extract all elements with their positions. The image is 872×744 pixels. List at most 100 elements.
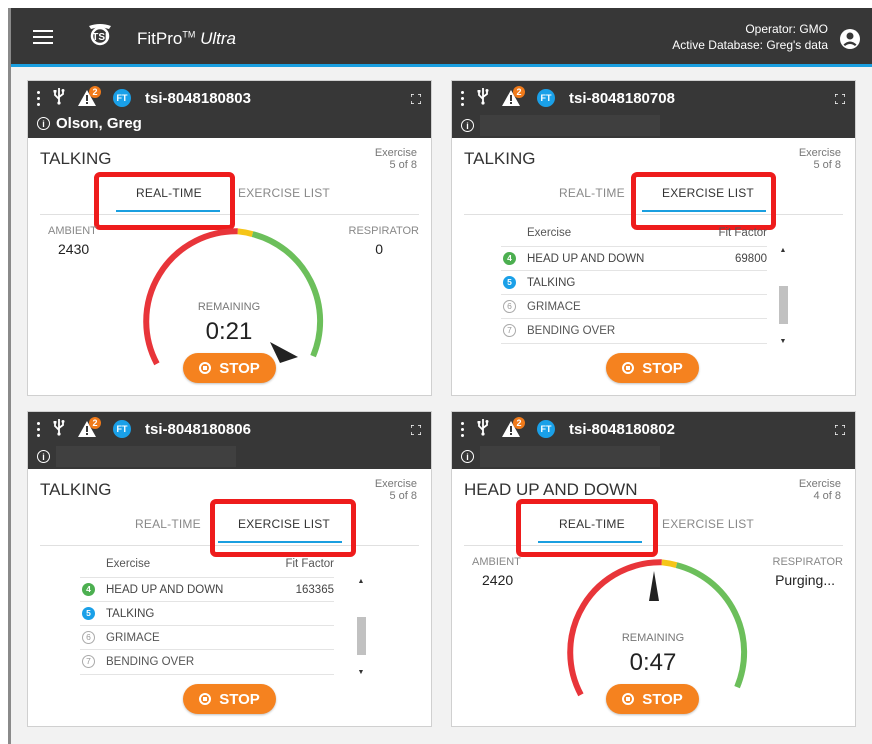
fit-test-icon: FT [113, 89, 131, 107]
card-header: 2 FT tsi-8048180708 i [452, 81, 855, 138]
list-item[interactable]: 7 BENDING OVER [501, 318, 767, 344]
stop-button[interactable]: STOP [183, 353, 276, 383]
alert-icon[interactable]: 2 [501, 417, 525, 438]
list-item[interactable]: 4 HEAD UP AND DOWN 163365 [80, 577, 334, 602]
scroll-up-icon[interactable]: ▲ [778, 246, 788, 256]
account-icon[interactable] [839, 28, 861, 55]
app-bar-accent [11, 64, 872, 67]
exercise-counter: Exercise 4 of 8 [798, 478, 841, 502]
pending-step-icon: 6 [503, 300, 516, 313]
list-item[interactable]: 6 GRIMACE [501, 294, 767, 319]
stop-icon [199, 362, 212, 374]
ambient-value: 2420 [482, 572, 514, 588]
stop-button[interactable]: STOP [606, 353, 699, 383]
alert-count-badge: 2 [89, 86, 101, 98]
info-icon[interactable]: i [37, 450, 50, 463]
highlight-box [210, 499, 356, 557]
respirator-value: Purging... [775, 572, 835, 588]
app-title: FitProTM Ultra [137, 29, 236, 48]
stop-icon [622, 362, 635, 374]
device-name: tsi-8048180806 [145, 420, 251, 438]
fit-test-icon: FT [537, 89, 555, 107]
info-icon[interactable]: i [461, 119, 474, 132]
respirator-label: RESPIRATOR [772, 556, 844, 568]
remaining-label: REMAINING [197, 301, 261, 313]
exercise-list-scrollbar[interactable]: ▲ ▼ [356, 577, 366, 678]
exercise-counter: Exercise 5 of 8 [374, 478, 417, 502]
pending-step-icon: 7 [82, 655, 95, 668]
fullscreen-icon[interactable] [410, 422, 422, 440]
tsi-logo-icon: TSI [85, 23, 115, 52]
usb-icon [53, 418, 65, 441]
remaining-label: REMAINING [621, 632, 685, 644]
ambient-label: AMBIENT [472, 556, 521, 568]
exercise-list-header: Exercise Fit Factor [106, 558, 334, 570]
fullscreen-icon[interactable] [410, 91, 422, 109]
current-step-icon: 5 [503, 276, 516, 289]
fit-test-icon: FT [113, 420, 131, 438]
alert-icon[interactable]: 2 [501, 86, 525, 107]
usb-icon [477, 87, 489, 110]
card-header: 2 FT tsi-8048180803 i Olson, Greg [28, 81, 431, 138]
usb-icon [477, 418, 489, 441]
info-icon[interactable]: i [37, 117, 50, 130]
device-name: tsi-8048180803 [145, 89, 251, 107]
list-item[interactable]: 4 HEAD UP AND DOWN 69800 [501, 246, 767, 271]
card-header: 2 FT tsi-8048180802 i [452, 412, 855, 469]
exercise-list: Exercise Fit Factor 4 HEAD UP AND DOWN 6… [501, 224, 767, 344]
completed-step-icon: 4 [82, 583, 95, 596]
exercise-list-scrollbar[interactable]: ▲ ▼ [778, 246, 788, 347]
list-item[interactable]: 6 GRIMACE [80, 625, 334, 650]
ambient-label: AMBIENT [48, 225, 97, 237]
alert-count-badge: 2 [89, 417, 101, 429]
device-card-2: 2 FT tsi-8048180708 i TALKING Exercise 5 … [451, 80, 856, 396]
operator-line: Operator: GMO [745, 22, 828, 36]
fullscreen-icon[interactable] [834, 91, 846, 109]
exercise-counter: Exercise 5 of 8 [798, 147, 841, 171]
exercise-title: TALKING [40, 480, 112, 499]
app-bar: TSI FitProTM Ultra Operator: GMO Active … [11, 8, 872, 65]
alert-icon[interactable]: 2 [77, 86, 101, 107]
tab-real-time[interactable]: REAL-TIME [135, 517, 201, 531]
card-header: 2 FT tsi-8048180806 i [28, 412, 431, 469]
exercise-counter: Exercise 5 of 8 [374, 147, 417, 171]
remaining-time: 0:47 [629, 649, 677, 676]
respirator-label: RESPIRATOR [348, 225, 420, 237]
subject-name: Olson, Greg [56, 115, 142, 132]
list-item[interactable]: 5 TALKING [80, 601, 334, 626]
scroll-down-icon[interactable]: ▼ [778, 337, 788, 347]
more-options-icon[interactable] [461, 421, 465, 437]
frame-border [8, 8, 11, 744]
list-item[interactable]: 5 TALKING [501, 270, 767, 295]
current-step-icon: 5 [82, 607, 95, 620]
scroll-down-icon[interactable]: ▼ [356, 668, 366, 678]
exercise-title: TALKING [464, 149, 536, 168]
more-options-icon[interactable] [37, 90, 41, 106]
pending-step-icon: 7 [503, 324, 516, 337]
alert-count-badge: 2 [513, 86, 525, 98]
list-item[interactable]: 7 BENDING OVER [80, 649, 334, 675]
completed-step-icon: 4 [503, 252, 516, 265]
ambient-value: 2430 [58, 241, 90, 257]
tab-exercise-list[interactable]: EXERCISE LIST [662, 517, 754, 531]
stop-button[interactable]: STOP [606, 684, 699, 714]
respirator-value: 0 [375, 241, 383, 257]
stop-icon [199, 693, 212, 705]
tab-real-time[interactable]: REAL-TIME [559, 186, 625, 200]
fullscreen-icon[interactable] [834, 422, 846, 440]
stop-button[interactable]: STOP [183, 684, 276, 714]
stop-icon [622, 693, 635, 705]
info-icon[interactable]: i [461, 450, 474, 463]
highlight-box [516, 499, 658, 557]
more-options-icon[interactable] [461, 90, 465, 106]
device-card-1: 2 FT tsi-8048180803 i Olson, Greg TALKIN… [27, 80, 432, 396]
alert-icon[interactable]: 2 [77, 417, 101, 438]
tab-exercise-list[interactable]: EXERCISE LIST [238, 186, 330, 200]
more-options-icon[interactable] [37, 421, 41, 437]
exercise-title: HEAD UP AND DOWN [464, 480, 638, 499]
device-card-4: 2 FT tsi-8048180802 i HEAD UP AND DOWN E… [451, 411, 856, 727]
remaining-time: 0:21 [205, 318, 253, 345]
menu-icon[interactable] [33, 27, 53, 45]
usb-icon [53, 87, 65, 110]
scroll-up-icon[interactable]: ▲ [356, 577, 366, 587]
